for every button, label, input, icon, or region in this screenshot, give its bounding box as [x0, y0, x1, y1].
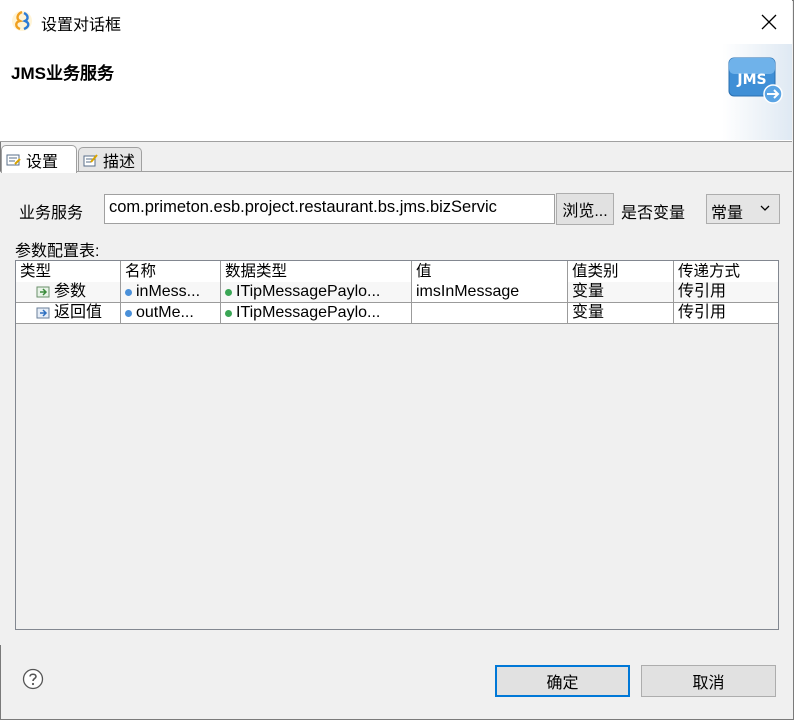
cell-value-kind[interactable]: 变量 [568, 303, 674, 323]
cell-type: 返回值 [16, 303, 121, 323]
browse-button[interactable]: 浏览... [556, 193, 614, 225]
column-header-pass-mode[interactable]: 传递方式 [674, 261, 778, 282]
cell-value[interactable] [412, 303, 568, 323]
service-field[interactable]: com.primeton.esb.project.restaurant.bs.j… [104, 194, 555, 224]
cell-name: inMess... [121, 282, 221, 302]
column-header-value[interactable]: 值 [412, 261, 568, 282]
cell-pass-mode[interactable]: 传引用 [674, 303, 778, 323]
service-label: 业务服务 [19, 205, 84, 222]
type-dot-icon [225, 309, 232, 317]
column-header-name[interactable]: 名称 [121, 261, 221, 282]
settings-tab-icon [6, 154, 21, 165]
table-header: 类型 名称 数据类型 值 值类别 传递方式 [16, 261, 778, 283]
type-dot-icon [225, 288, 232, 296]
table-row[interactable]: 参数 inMess... ITipMessagePaylo... imsInMe… [16, 282, 778, 303]
cell-data-type-text: ITipMessagePaylo... [236, 283, 381, 300]
column-header-type[interactable]: 类型 [16, 261, 121, 282]
header-title: JMS业务服务 [11, 64, 114, 83]
app-swirl-icon [12, 10, 32, 31]
help-icon[interactable] [22, 668, 44, 690]
cell-type: 参数 [16, 282, 121, 302]
table-row[interactable]: 返回值 outMe... ITipMessagePaylo... 变量 传引用 [16, 303, 778, 324]
tab-settings[interactable]: 设置 [1, 145, 77, 173]
field-dot-icon [125, 288, 132, 296]
field-dot-icon [125, 309, 132, 317]
tab-description[interactable]: 描述 [78, 147, 142, 171]
column-header-data-type[interactable]: 数据类型 [221, 261, 412, 282]
close-button[interactable] [746, 0, 792, 44]
variable-select-value: 常量 [711, 205, 744, 222]
close-icon [761, 14, 777, 30]
parameter-arrow-icon [36, 286, 50, 298]
variable-select[interactable]: 常量 [706, 194, 780, 224]
svg-text:JMS: JMS [736, 72, 766, 88]
ok-button[interactable]: 确定 [495, 665, 630, 697]
cancel-button[interactable]: 取消 [641, 665, 776, 697]
dialog-header: JMS业务服务 JMS [0, 44, 792, 142]
cell-pass-mode[interactable]: 传引用 [674, 282, 778, 302]
cell-data-type: ITipMessagePaylo... [221, 303, 412, 323]
cell-value-kind[interactable]: 变量 [568, 282, 674, 302]
cell-type-text: 参数 [54, 283, 87, 300]
tab-description-label: 描述 [103, 153, 136, 171]
cell-name-text: outMe... [136, 304, 194, 321]
cell-data-type: ITipMessagePaylo... [221, 282, 412, 302]
cell-name: outMe... [121, 303, 221, 323]
cell-type-text: 返回值 [54, 304, 103, 321]
tab-settings-label: 设置 [26, 153, 59, 171]
column-header-value-kind[interactable]: 值类别 [568, 261, 674, 282]
params-label: 参数配置表: [15, 243, 100, 260]
return-arrow-icon [36, 307, 50, 319]
params-table: 类型 名称 数据类型 值 值类别 传递方式 参数 inMess... ITipM… [15, 260, 779, 630]
cell-data-type-text: ITipMessagePaylo... [236, 304, 381, 321]
cell-value[interactable]: imsInMessage [412, 282, 568, 302]
cell-name-text: inMess... [136, 283, 201, 300]
chevron-down-icon [760, 205, 770, 211]
title-bar: 设置对话框 [0, 0, 792, 44]
variable-label: 是否变量 [621, 205, 686, 222]
jms-icon: JMS [728, 57, 783, 104]
window-title: 设置对话框 [41, 17, 122, 34]
description-tab-icon [83, 153, 98, 166]
